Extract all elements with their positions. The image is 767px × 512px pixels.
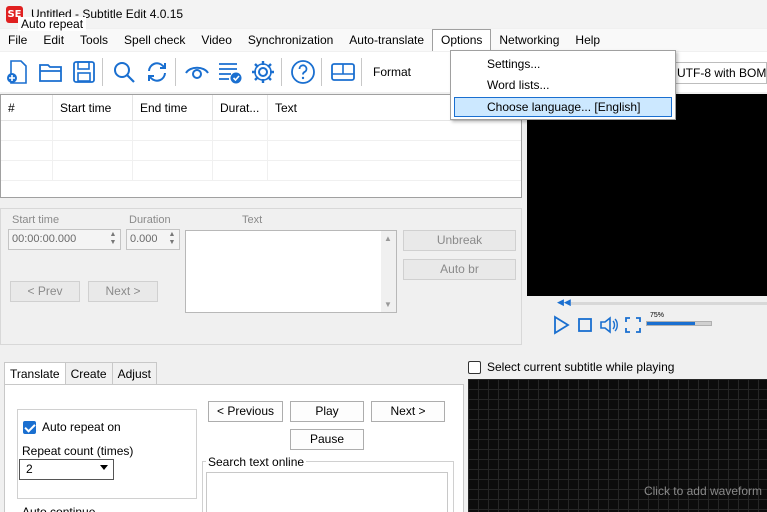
new-file-icon[interactable] [3, 57, 33, 87]
playback-controls [550, 312, 646, 338]
auto-continue-label: Auto continue [22, 505, 96, 512]
start-time-value: 00:00:00.000 [12, 233, 77, 245]
grid-empty-row [1, 121, 521, 141]
scroll-up-icon[interactable]: ▲ [384, 234, 392, 243]
visual-sync-icon[interactable] [182, 57, 212, 87]
volume-fill [647, 322, 695, 325]
spin-arrows-icon[interactable]: ▲ ▼ [108, 231, 118, 247]
menu-bar: File Edit Tools Spell check Video Synchr… [0, 29, 767, 51]
auto-repeat-on-label: Auto repeat on [42, 420, 121, 434]
edit-panel: Start time 00:00:00.000 ▲ ▼ Duration 0.00… [0, 208, 522, 345]
column-number[interactable]: # [1, 95, 53, 120]
spin-arrows-icon[interactable]: ▲ ▼ [167, 231, 177, 247]
stop-icon[interactable] [574, 314, 596, 336]
waveform-hint: Click to add waveform [643, 484, 762, 498]
volume-percent: 75% [650, 312, 665, 319]
menu-spell-check[interactable]: Spell check [116, 29, 193, 51]
rewind-icon[interactable]: ◀◀ [557, 297, 571, 308]
previous-button[interactable]: < Previous [208, 401, 283, 422]
auto-br-button[interactable]: Auto br [403, 259, 516, 280]
duration-value: 0.000 [130, 233, 158, 245]
seek-track[interactable] [571, 302, 767, 305]
replace-icon[interactable] [142, 57, 172, 87]
menu-item-choose-language[interactable]: Choose language... [English] [454, 97, 672, 117]
toolbar-separator [361, 58, 362, 86]
subtitle-text-input[interactable]: ▲ ▼ [185, 230, 397, 313]
grid-empty-row [1, 161, 521, 181]
duration-input[interactable]: 0.000 ▲ ▼ [126, 229, 180, 250]
next-button[interactable]: Next > [88, 281, 158, 302]
menu-file[interactable]: File [0, 29, 35, 51]
video-player[interactable] [527, 94, 767, 296]
format-label: Format [373, 65, 412, 79]
menu-synchronization[interactable]: Synchronization [240, 29, 341, 51]
unbreak-button[interactable]: Unbreak [403, 230, 516, 251]
column-end-time[interactable]: End time [133, 95, 213, 120]
open-folder-icon[interactable] [36, 57, 66, 87]
help-icon[interactable] [288, 57, 318, 87]
find-icon[interactable] [109, 57, 139, 87]
menu-auto-translate[interactable]: Auto-translate [341, 29, 432, 51]
toolbar-separator [175, 58, 176, 86]
duration-label: Duration [129, 214, 171, 226]
toolbar-separator [321, 58, 322, 86]
tab-translate[interactable]: Translate [4, 362, 66, 385]
text-scrollbar[interactable]: ▲ ▼ [381, 231, 396, 312]
waveform-panel[interactable]: Click to add waveform [468, 379, 767, 512]
auto-repeat-checkbox[interactable] [23, 421, 36, 434]
layout-icon[interactable] [328, 57, 358, 87]
column-start-time[interactable]: Start time [53, 95, 133, 120]
encoding-select[interactable]: UTF-8 with BOM [671, 62, 767, 84]
prev-button[interactable]: < Prev [10, 281, 80, 302]
grid-empty-row [1, 141, 521, 161]
scroll-down-icon[interactable]: ▼ [384, 300, 392, 309]
menu-item-word-lists[interactable]: Word lists... [454, 75, 672, 95]
search-online-input[interactable] [206, 472, 448, 512]
search-online-label: Search text online [206, 455, 307, 469]
text-label: Text [242, 214, 263, 226]
auto-repeat-title: Auto repeat [18, 17, 87, 31]
next-subtitle-button[interactable]: Next > [371, 401, 445, 422]
play-button[interactable]: Play [290, 401, 364, 422]
select-current-checkbox[interactable] [468, 361, 481, 374]
bottom-tabs: Translate Create Adjust [4, 362, 157, 385]
pause-button[interactable]: Pause [290, 429, 364, 450]
chevron-down-icon [100, 465, 108, 470]
menu-video[interactable]: Video [193, 29, 239, 51]
play-icon[interactable] [550, 314, 572, 336]
title-bar: SE Untitled - Subtitle Edit 4.0.15 [0, 0, 767, 28]
save-icon[interactable] [69, 57, 99, 87]
toolbar-separator [281, 58, 282, 86]
tab-adjust[interactable]: Adjust [111, 362, 157, 384]
column-duration[interactable]: Durat... [213, 95, 268, 120]
tab-create[interactable]: Create [64, 362, 113, 384]
start-time-input[interactable]: 00:00:00.000 ▲ ▼ [8, 229, 121, 250]
volume-slider[interactable] [646, 321, 712, 326]
toolbar-separator [102, 58, 103, 86]
seek-bar[interactable]: ◀◀ [527, 297, 767, 309]
settings-icon[interactable] [248, 57, 278, 87]
menu-edit[interactable]: Edit [35, 29, 72, 51]
menu-options[interactable]: Options [432, 29, 492, 51]
repeat-count-value: 2 [26, 462, 33, 476]
start-time-label: Start time [12, 214, 60, 226]
subtitle-grid[interactable]: # Start time End time Durat... Text [0, 94, 522, 198]
volume-icon[interactable] [598, 314, 620, 336]
repeat-count-label: Repeat count (times) [22, 444, 134, 458]
select-current-label: Select current subtitle while playing [487, 360, 675, 374]
menu-tools[interactable]: Tools [72, 29, 116, 51]
options-menu: Settings... Word lists... Choose languag… [450, 50, 676, 120]
grid-header: # Start time End time Durat... Text [1, 95, 521, 121]
fullscreen-icon[interactable] [622, 314, 644, 336]
menu-networking[interactable]: Networking [491, 29, 567, 51]
repeat-count-select[interactable]: 2 [19, 459, 114, 480]
menu-item-settings[interactable]: Settings... [454, 54, 672, 74]
spell-check-icon[interactable] [215, 57, 245, 87]
menu-help[interactable]: Help [567, 29, 608, 51]
